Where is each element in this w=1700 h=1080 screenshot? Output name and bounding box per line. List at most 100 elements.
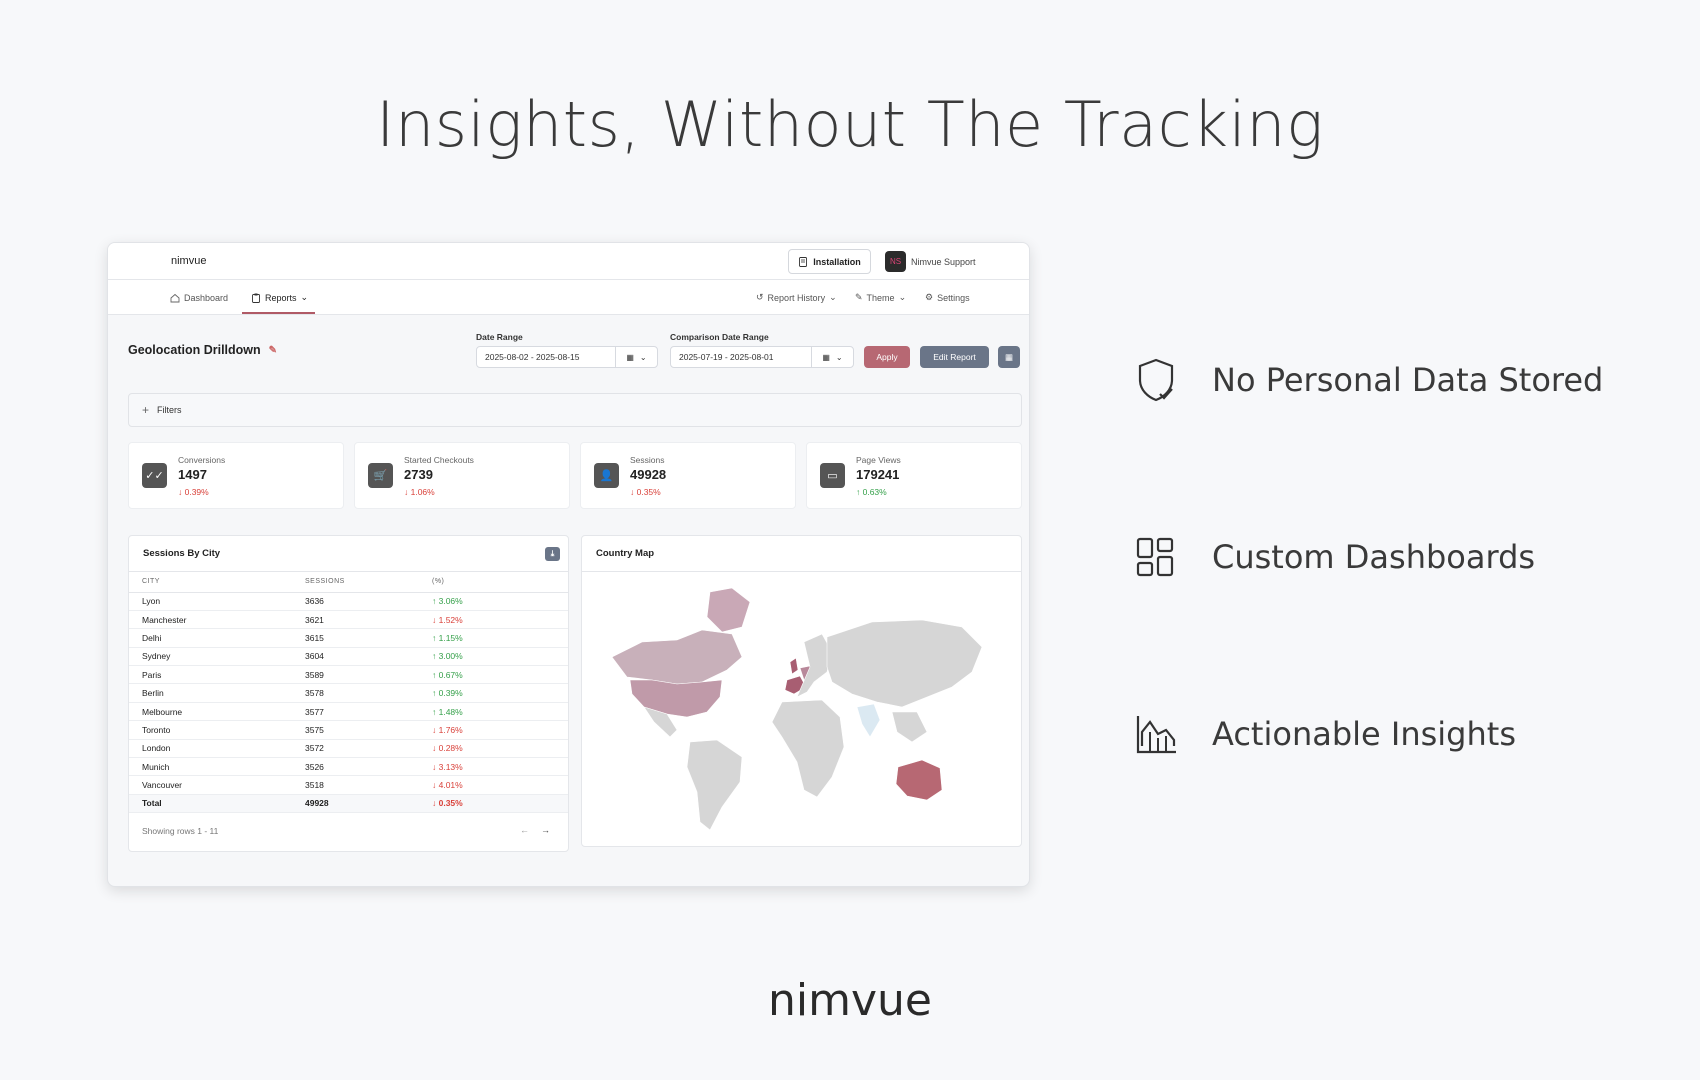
brush-icon: ✎ xyxy=(855,292,863,302)
table-cell-city: Paris xyxy=(129,665,292,685)
avatar: NS xyxy=(885,251,906,272)
kpi-change: ↓ 0.39% xyxy=(178,487,209,497)
prev-page-icon[interactable]: ← xyxy=(520,825,529,835)
map-region-uk xyxy=(789,657,799,675)
nav-theme[interactable]: ✎ Theme ⌄ xyxy=(855,280,906,315)
table-cell-sessions: 3577 xyxy=(292,702,419,722)
area-chart-icon xyxy=(1136,716,1176,754)
table-cell-change: ↑ 0.67% xyxy=(419,665,568,685)
nav-reports-label: Reports xyxy=(265,292,297,303)
apply-button[interactable]: Apply xyxy=(864,346,910,368)
table-cell-change: ↑ 1.48% xyxy=(419,702,568,722)
pages-icon: ▭ xyxy=(820,463,845,488)
calendar-icon: ▦ xyxy=(626,352,634,362)
chevron-down-icon: ⌄ xyxy=(835,352,843,362)
table-row[interactable]: London 3572 ↓ 0.28% xyxy=(129,739,568,759)
table-cell-sessions: 3575 xyxy=(292,720,419,740)
date-range-picker[interactable]: 2025-08-02 - 2025-08-15 ▦ ⌄ xyxy=(476,346,658,368)
table-cell-change: ↓ 3.13% xyxy=(419,757,568,777)
table-cell-change: ↓ 4.01% xyxy=(419,775,568,795)
user-icon: 👤 xyxy=(594,463,619,488)
map-region-southeast-asia xyxy=(891,711,928,743)
map-region-usa xyxy=(629,679,723,718)
support-menu[interactable]: NS Nimvue Support xyxy=(885,251,976,272)
table-row[interactable]: Toronto 3575 ↓ 1.76% xyxy=(129,720,568,740)
kpi-card-conversions: ✓✓ Conversions 1497 ↓ 0.39% xyxy=(128,442,344,509)
world-map[interactable] xyxy=(582,572,1021,846)
map-region-canada xyxy=(611,629,743,685)
table-row[interactable]: Melbourne 3577 ↑ 1.48% xyxy=(129,702,568,722)
column-header[interactable]: CITY xyxy=(129,572,292,593)
next-page-icon[interactable]: → xyxy=(541,825,550,835)
chevron-down-icon: ⌄ xyxy=(829,292,837,302)
nav-dashboard[interactable]: Dashboard xyxy=(170,280,228,315)
kpi-value: 179241 xyxy=(856,467,900,482)
filters-bar[interactable]: + Filters xyxy=(128,393,1022,427)
pagination: ← → xyxy=(520,825,550,835)
kpi-card-page-views: ▭ Page Views 179241 ↑ 0.63% xyxy=(806,442,1022,509)
support-label: Nimvue Support xyxy=(911,256,976,267)
dashboard-layout-icon xyxy=(1136,537,1174,577)
table-row[interactable]: Sydney 3604 ↑ 3.00% xyxy=(129,647,568,667)
table-cell-city: Melbourne xyxy=(129,702,292,722)
calendar-icon: ▦ xyxy=(1004,351,1014,362)
download-icon[interactable]: ⤓ xyxy=(545,547,560,561)
table-row[interactable]: Lyon 3636 ↑ 3.06% xyxy=(129,592,568,611)
table-row[interactable]: Munich 3526 ↓ 3.13% xyxy=(129,757,568,777)
schedule-button[interactable]: ▦ xyxy=(998,346,1020,368)
table-cell-change: ↑ 3.06% xyxy=(419,592,568,611)
calendar-dropdown[interactable]: ▦ ⌄ xyxy=(615,347,657,367)
pagination-info: Showing rows 1 - 11 xyxy=(142,826,219,836)
app-brand[interactable]: nimvue xyxy=(171,255,206,267)
kpi-label: Sessions xyxy=(630,455,665,465)
edit-icon[interactable]: ✎ xyxy=(269,345,277,356)
table-row[interactable]: Berlin 3578 ↑ 0.39% xyxy=(129,683,568,703)
table-cell-city: Toronto xyxy=(129,720,292,740)
nav-settings[interactable]: ⚙ Settings xyxy=(925,280,970,315)
active-tab-indicator xyxy=(242,312,315,314)
nav-theme-label: Theme xyxy=(866,292,895,303)
calendar-dropdown[interactable]: ▦ ⌄ xyxy=(811,347,853,367)
table-row[interactable]: Vancouver 3518 ↓ 4.01% xyxy=(129,775,568,795)
hero-title: Insights, Without The Tracking xyxy=(376,88,1324,161)
kpi-change: ↓ 1.06% xyxy=(404,487,435,497)
feature-custom-dashboards: Custom Dashboards xyxy=(1132,533,1535,581)
map-region-greenland xyxy=(706,587,751,633)
plus-icon: + xyxy=(142,403,150,417)
nav-report-history-label: Report History xyxy=(767,292,826,303)
table-total-row[interactable]: Total 49928 ↓ 0.35% xyxy=(129,794,568,814)
document-icon xyxy=(799,256,808,267)
table-cell-sessions: 3589 xyxy=(292,665,419,685)
table-cell-change: ↓ 1.76% xyxy=(419,720,568,740)
table-row[interactable]: Manchester 3621 ↓ 1.52% xyxy=(129,610,568,630)
table-cell-change: ↑ 0.39% xyxy=(419,683,568,703)
cart-icon: 🛒 xyxy=(368,463,393,488)
sessions-table: CITY SESSIONS (%) Lyon 3636 ↑ 3.06% Manches… xyxy=(129,572,568,814)
installation-button[interactable]: Installation xyxy=(788,249,871,274)
table-cell-city: Delhi xyxy=(129,628,292,648)
kpi-change: ↑ 0.63% xyxy=(856,487,887,497)
nav-reports[interactable]: Reports ⌄ xyxy=(251,280,308,315)
chevron-down-icon: ⌄ xyxy=(898,292,907,302)
table-cell-sessions: 3526 xyxy=(292,757,419,777)
calendar-icon: ▦ xyxy=(822,352,830,362)
kpi-card-sessions: 👤 Sessions 49928 ↓ 0.35% xyxy=(580,442,796,509)
app-window: nimvue Installation NS Nimvue Support Da… xyxy=(107,242,1030,887)
map-region-india xyxy=(856,703,881,738)
edit-report-button[interactable]: Edit Report xyxy=(920,346,989,368)
table-row[interactable]: Delhi 3615 ↑ 1.15% xyxy=(129,628,568,648)
comparison-range-picker[interactable]: 2025-07-19 - 2025-08-01 ▦ ⌄ xyxy=(670,346,854,368)
shield-check-icon xyxy=(1138,358,1174,402)
column-header[interactable]: SESSIONS xyxy=(292,572,419,593)
feature-label: No Personal Data Stored xyxy=(1212,361,1604,399)
map-region-africa xyxy=(771,699,845,798)
nav-report-history[interactable]: ↺ Report History ⌄ xyxy=(756,280,837,315)
top-bar: nimvue Installation NS Nimvue Support xyxy=(108,243,1029,280)
table-cell-city: Vancouver xyxy=(129,775,292,795)
table-cell-city: Sydney xyxy=(129,647,292,667)
gear-icon: ⚙ xyxy=(925,292,934,302)
card-title: Sessions By City xyxy=(143,548,221,559)
table-row[interactable]: Paris 3589 ↑ 0.67% xyxy=(129,665,568,685)
table-cell-city: Berlin xyxy=(129,683,292,703)
column-header[interactable]: (%) xyxy=(419,572,568,593)
